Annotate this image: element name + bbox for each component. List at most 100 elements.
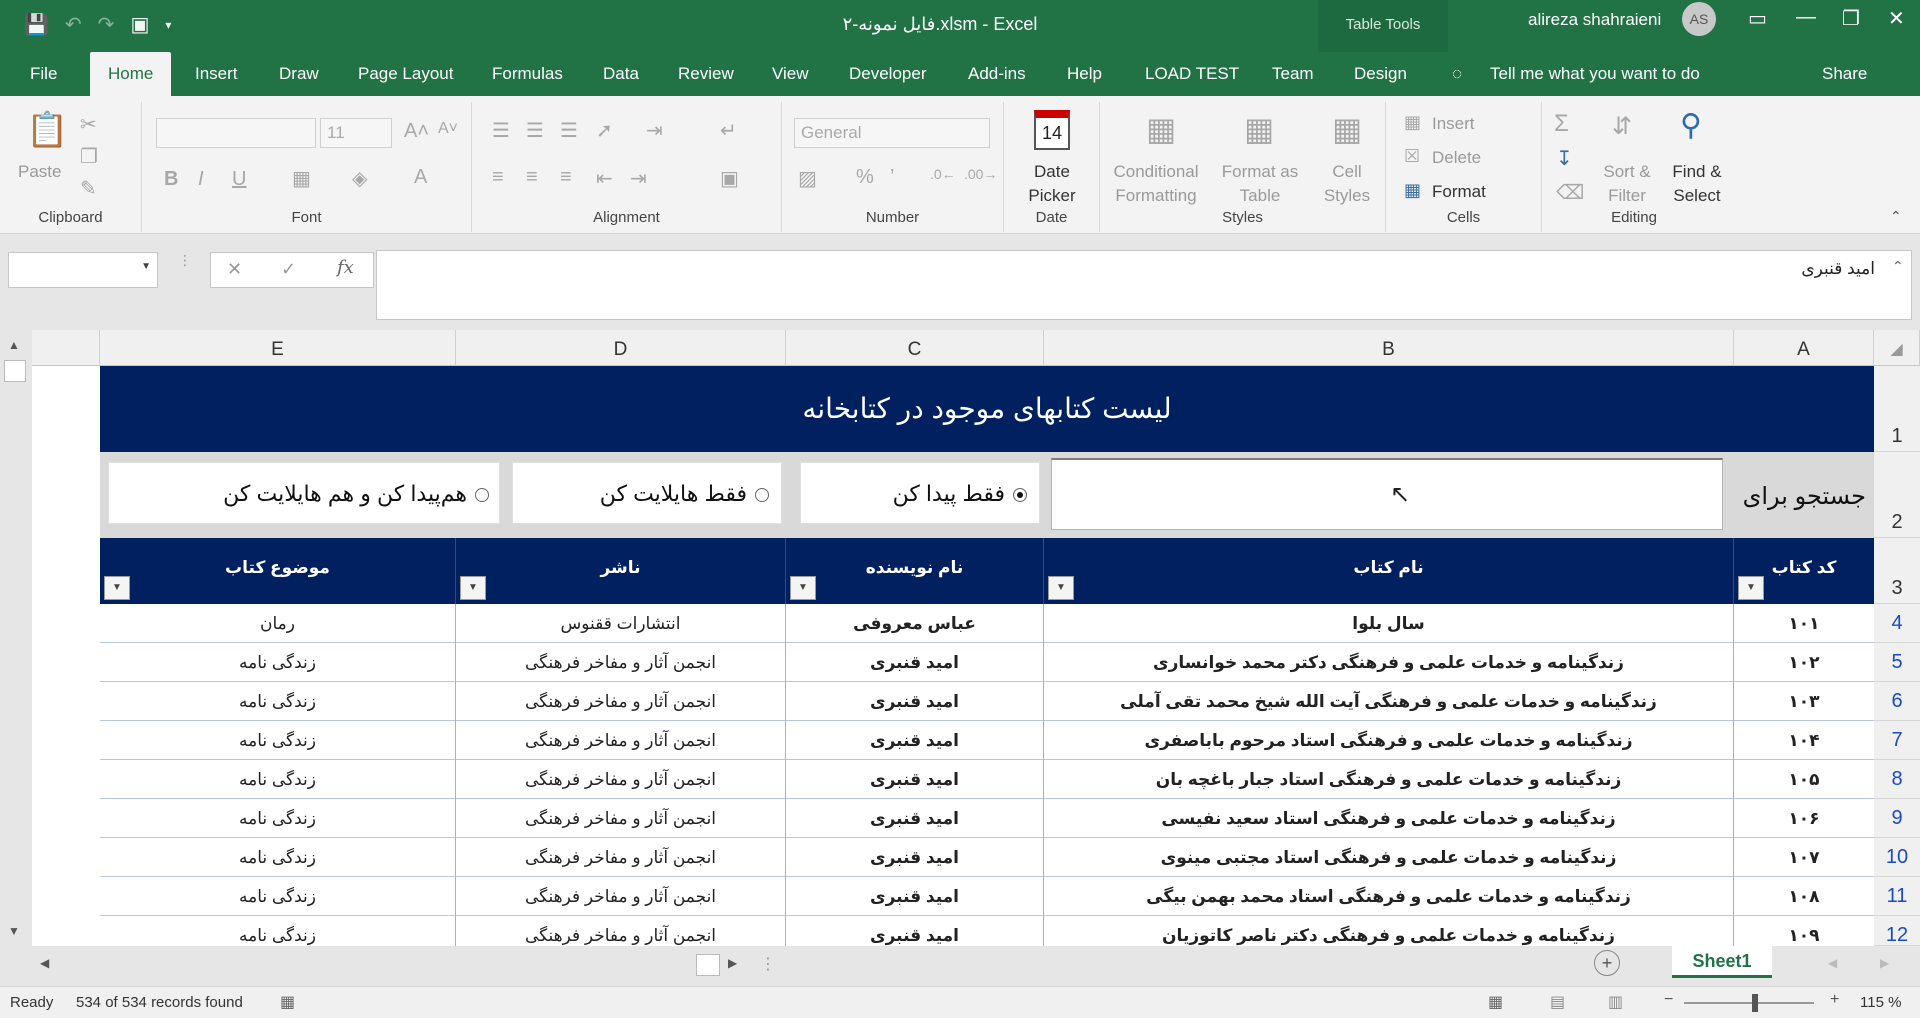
align-center-icon[interactable]: ≡ [526,166,538,189]
tab-file[interactable]: File [30,64,57,84]
tab-design[interactable]: Design [1354,64,1407,84]
tab-formulas[interactable]: Formulas [492,64,563,84]
bold-icon[interactable]: B [164,168,178,191]
scroll-up-icon[interactable]: ▲ [8,338,20,352]
cell-styles-label-2[interactable]: Styles [1308,184,1386,208]
row-header-5[interactable]: 5 [1874,643,1920,682]
undo-icon[interactable]: ↶ [65,12,82,37]
cell-author[interactable]: امید قنبری [786,643,1044,682]
zoom-level[interactable]: 115 % [1860,994,1901,1011]
number-format-combo[interactable]: General [794,118,990,148]
tab-nav-right-icon[interactable]: ▶ [1880,956,1889,970]
filter-dropdown-icon[interactable]: ▼ [104,576,130,600]
cell-book-name[interactable]: زندگینامه و خدمات علمی و فرهنگی آیت الله… [1044,682,1734,721]
paste-icon[interactable]: 📋 [26,110,68,150]
scroll-left-icon[interactable]: ◀ [40,956,49,970]
cell-book-code[interactable]: ۱۰۶ [1734,799,1874,838]
cell-book-name[interactable]: زندگینامه و خدمات علمی و فرهنگی استاد مر… [1044,721,1734,760]
filter-dropdown-icon[interactable]: ▼ [1738,576,1764,600]
format-cells-icon[interactable]: ▦ [1404,180,1421,201]
cut-icon[interactable]: ✂ [80,112,97,137]
fill-color-icon[interactable]: ◈ [352,166,367,191]
column-header-b[interactable]: B [1044,330,1734,366]
tab-home[interactable]: Home [90,52,172,96]
tab-draw[interactable]: Draw [279,64,319,84]
indent-increase-icon[interactable]: ⇥ [630,166,647,191]
conditional-formatting-label-1[interactable]: Conditional [1100,160,1212,184]
scroll-down-icon[interactable]: ▼ [8,924,20,938]
italic-icon[interactable]: I [198,168,204,191]
format-cells-button[interactable]: Format [1432,180,1486,204]
cell-book-name[interactable]: زندگینامه و خدمات علمی و فرهنگی استاد جب… [1044,760,1734,799]
cell-book-code[interactable]: ۱۰۲ [1734,643,1874,682]
user-name[interactable]: alireza shahraieni [1528,10,1661,30]
customize-qat-icon[interactable]: ▾ [165,18,171,32]
align-bottom-icon[interactable]: ☰ [560,118,578,143]
sort-filter-icon[interactable]: ⇵ [1612,112,1632,141]
scroll-right-icon[interactable]: ▶ [728,956,737,970]
cell-book-code[interactable]: ۱۰۸ [1734,877,1874,916]
cell-book-name[interactable]: زندگینامه و خدمات علمی و فرهنگی استاد مج… [1044,838,1734,877]
cell-author[interactable]: امید قنبری [786,799,1044,838]
avatar[interactable]: AS [1682,2,1716,36]
tab-view[interactable]: View [772,64,809,84]
format-as-table-icon[interactable]: ▦ [1244,110,1274,148]
cell-subject[interactable]: رمان [100,604,456,643]
date-picker-label-2[interactable]: Picker [1004,184,1100,208]
sort-filter-label-1[interactable]: Sort & [1592,160,1662,184]
print-preview-icon[interactable]: ▣ [130,12,149,37]
cell-author[interactable]: امید قنبری [786,682,1044,721]
cell-publisher[interactable]: انجمن آثار و مفاخر فرهنگی [456,760,786,799]
cell-subject[interactable]: زندگی نامه [100,682,456,721]
column-header-c[interactable]: C [786,330,1044,366]
cell-author[interactable]: امید قنبری [786,916,1044,946]
align-top-icon[interactable]: ☰ [492,118,510,143]
zoom-slider-thumb[interactable] [1752,994,1758,1012]
row-header-6[interactable]: 6 [1874,682,1920,721]
column-header-d[interactable]: D [456,330,786,366]
search-input[interactable]: ↖ [1051,458,1723,530]
merge-center-icon[interactable]: ▣ [720,166,739,191]
ribbon-display-icon[interactable]: ▭ [1748,6,1767,31]
row-header-2[interactable]: 2 [1874,452,1920,538]
tab-developer[interactable]: Developer [849,64,927,84]
autosum-icon[interactable]: Σ [1554,110,1569,138]
borders-icon[interactable]: ▦ [292,166,311,191]
sort-filter-label-2[interactable]: Filter [1592,184,1662,208]
cell-author[interactable]: امید قنبری [786,838,1044,877]
save-icon[interactable]: 💾 [24,12,49,37]
share-button[interactable]: Share [1822,64,1867,84]
row-header-1[interactable]: 1 [1874,366,1920,452]
redo-icon[interactable]: ↷ [98,12,115,37]
tab-help[interactable]: Help [1067,64,1102,84]
insert-function-icon[interactable]: fx [337,257,354,278]
delete-cells-button[interactable]: Delete [1432,146,1481,170]
zoom-slider[interactable] [1684,1002,1814,1004]
cell-publisher[interactable]: انجمن آثار و مفاخر فرهنگی [456,682,786,721]
column-header-a[interactable]: A [1734,330,1874,366]
page-break-view-icon[interactable]: ▥ [1608,992,1623,1012]
sheet-tab-sheet1[interactable]: Sheet1 [1672,946,1772,978]
cell-book-name[interactable]: زندگینامه و خدمات علمی و فرهنگی دکتر ناص… [1044,916,1734,946]
copy-icon[interactable]: ❐ [80,144,98,169]
align-middle-icon[interactable]: ☰ [526,118,544,143]
align-left-icon[interactable]: ≡ [492,166,504,189]
fill-icon[interactable]: ↧ [1556,146,1573,171]
tell-me-search[interactable]: Tell me what you want to do [1490,64,1700,84]
filter-dropdown-icon[interactable]: ▼ [790,576,816,600]
row-header-4[interactable]: 4 [1874,604,1920,643]
cell-publisher[interactable]: انجمن آثار و مفاخر فرهنگی [456,838,786,877]
cell-book-code[interactable]: ۱۰۴ [1734,721,1874,760]
cell-subject[interactable]: زندگی نامه [100,721,456,760]
format-as-table-label-2[interactable]: Table [1212,184,1308,208]
row-header-8[interactable]: 8 [1874,760,1920,799]
option-highlight-only[interactable]: فقط هایلایت کن [512,462,782,524]
tab-nav-left-icon[interactable]: ◀ [1828,956,1837,970]
increase-decimal-icon[interactable]: .0← [930,166,956,182]
name-box[interactable]: ▼ [8,252,158,288]
row-header-10[interactable]: 10 [1874,838,1920,877]
orientation-icon[interactable]: ➚ [596,118,613,143]
cell-book-code[interactable]: ۱۰۳ [1734,682,1874,721]
font-color-icon[interactable]: A [414,166,427,189]
radio-icon[interactable] [475,488,489,503]
